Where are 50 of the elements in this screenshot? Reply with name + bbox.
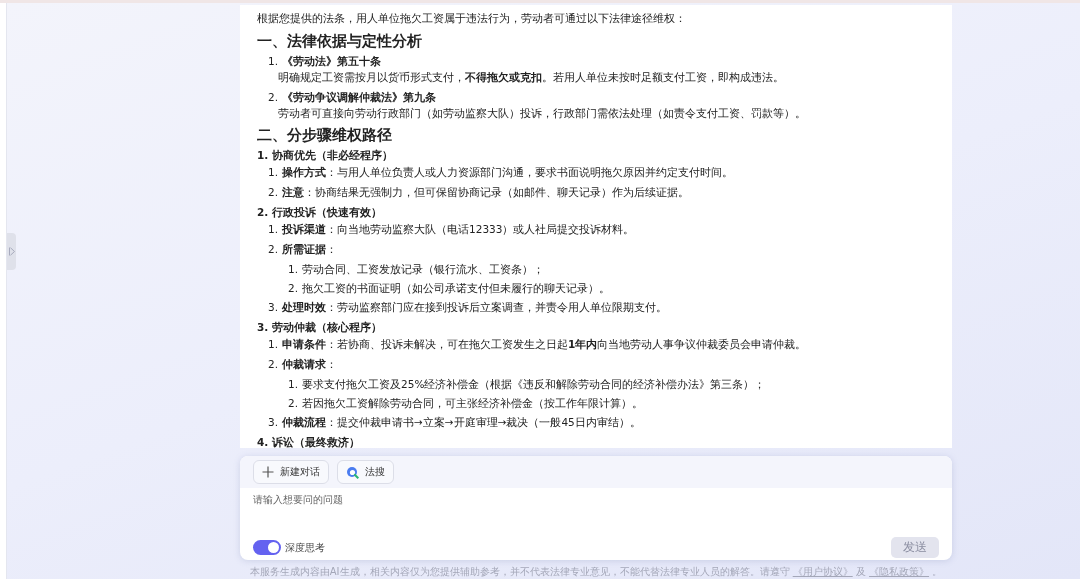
section-heading: 一、法律依据与定性分析 bbox=[257, 32, 423, 51]
section-heading: 二、分步骤维权路径 bbox=[257, 126, 393, 145]
list-number: 3. bbox=[268, 415, 279, 430]
list-number: 2. bbox=[268, 242, 279, 257]
list-number: 1. bbox=[257, 148, 269, 163]
plus-icon bbox=[262, 466, 274, 478]
list-number: 2. bbox=[268, 185, 279, 200]
list-number: 4. bbox=[257, 435, 269, 450]
intro-text: 根据您提供的法条，用人单位拖欠工资属于违法行为，劳动者可通过以下法律途径维权： bbox=[257, 11, 687, 27]
list-number: 2. bbox=[257, 205, 269, 220]
list-text: 劳动合同、工资发放记录（银行流水、工资条）； bbox=[302, 262, 545, 277]
list-text: 仲裁请求： bbox=[282, 357, 338, 372]
list-number: 3. bbox=[257, 320, 269, 335]
list-number: 1. bbox=[268, 165, 279, 180]
question-input[interactable]: 请输入想要问的问题 bbox=[240, 488, 952, 511]
item-title: 《劳动争议调解仲裁法》第九条 bbox=[282, 90, 437, 105]
step-title: 诉讼（最终救济） bbox=[272, 435, 361, 450]
list-number: 3. bbox=[268, 300, 279, 315]
list-number: 1. bbox=[288, 377, 299, 392]
magnifier-logo-icon bbox=[346, 465, 359, 479]
item-title: 《劳动法》第五十条 bbox=[282, 54, 382, 69]
list-text: 申请条件：若协商、投诉未解决，可在拖欠工资发生之日起1年内向当地劳动人事争议仲裁委员会申请仲裁。 bbox=[282, 337, 807, 352]
list-number: 1. bbox=[268, 337, 279, 352]
new-chat-button[interactable]: 新建对话 bbox=[253, 460, 329, 484]
list-number: 1. bbox=[268, 54, 279, 69]
list-text: 若因拖欠工资解除劳动合同，可主张经济补偿金（按工作年限计算）。 bbox=[302, 396, 644, 411]
step-title: 协商优先（非必经程序） bbox=[272, 148, 394, 163]
list-text: 所需证据： bbox=[282, 242, 338, 257]
list-number: 2. bbox=[268, 90, 279, 105]
list-number: 2. bbox=[288, 396, 299, 411]
search-button[interactable]: 法搜 bbox=[337, 460, 394, 484]
item-text: 明确规定工资需按月以货币形式支付，不得拖欠或克扣。若用人单位未按时足额支付工资，即构成违法。 bbox=[278, 70, 785, 85]
deep-think-label: 深度思考 bbox=[285, 540, 325, 555]
list-text: 操作方式：与用人单位负责人或人力资源部门沟通，要求书面说明拖欠原因并约定支付时间。 bbox=[282, 165, 734, 180]
list-text: 拖欠工资的书面证明（如公司承诺支付但未履行的聊天记录）。 bbox=[302, 281, 611, 296]
list-number: 1. bbox=[268, 222, 279, 237]
list-number: 2. bbox=[268, 357, 279, 372]
expand-icon bbox=[8, 247, 15, 256]
list-number: 1. bbox=[288, 262, 299, 277]
list-number: 2. bbox=[288, 281, 299, 296]
privacy-policy-link[interactable]: 《隐私政策》 bbox=[869, 566, 930, 577]
list-text: 要求支付拖欠工资及25%经济补偿金（根据《违反和解除劳动合同的经济补偿办法》第三条）； bbox=[302, 377, 766, 392]
item-text: 劳动者可直接向劳动行政部门（如劳动监察大队）投诉，行政部门需依法处理（如责令支付工资、罚款等）。 bbox=[278, 106, 807, 121]
deep-think-toggle[interactable] bbox=[253, 540, 281, 555]
list-text: 投诉渠道：向当地劳动监察大队（电话12333）或人社局提交投诉材料。 bbox=[282, 222, 635, 237]
step-title: 行政投诉（快速有效） bbox=[272, 205, 383, 220]
list-text: 仲裁流程：提交仲裁申请书→立案→开庭审理→裁决（一般45日内审结）。 bbox=[282, 415, 641, 430]
list-text: 处理时效：劳动监察部门应在接到投诉后立案调查，并责令用人单位限期支付。 bbox=[282, 300, 668, 315]
step-title: 劳动仲裁（核心程序） bbox=[272, 320, 383, 335]
list-text: 注意：协商结果无强制力，但可保留协商记录（如邮件、聊天记录）作为后续证据。 bbox=[282, 185, 690, 200]
